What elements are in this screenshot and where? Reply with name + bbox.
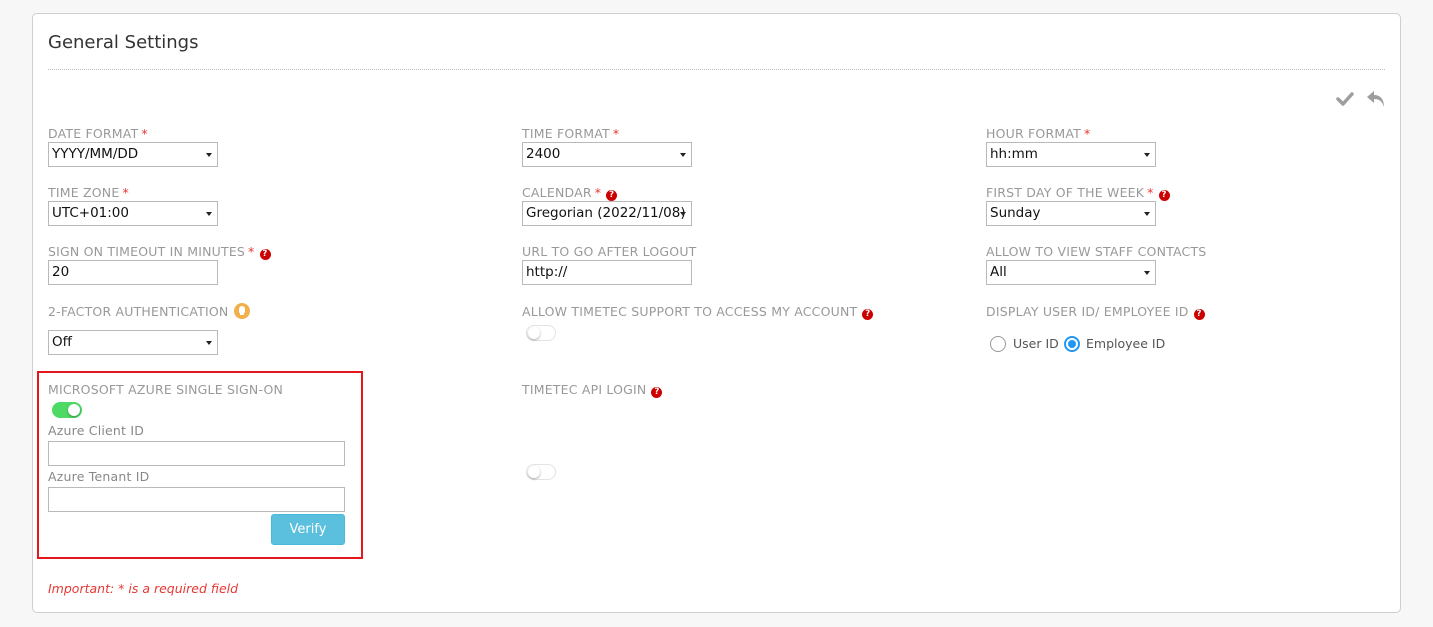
hour-format-select[interactable]: hh:mm (986, 142, 1156, 167)
azure-client-id-label: Azure Client ID (48, 423, 145, 438)
first-day-label: FIRST DAY OF THE WEEK *? (986, 185, 1170, 201)
toggle-knob (528, 466, 540, 478)
required-field-note: Important: * is a required field (48, 581, 239, 596)
radio-dot (1068, 340, 1076, 348)
logout-url-label: URL TO GO AFTER LOGOUT (522, 244, 697, 259)
two-factor-label: 2-FACTOR AUTHENTICATION (48, 303, 251, 319)
staff-contacts-label: ALLOW TO VIEW STAFF CONTACTS (986, 244, 1207, 259)
sign-on-timeout-label: SIGN ON TIMEOUT IN MINUTES *? (48, 244, 271, 260)
azure-sso-toggle[interactable] (52, 402, 82, 418)
calendar-select[interactable]: Gregorian (2022/11/08) (522, 201, 692, 226)
toggle-knob (68, 404, 80, 416)
chevron-down-icon (680, 153, 686, 157)
time-format-select[interactable]: 2400 (522, 142, 692, 167)
support-access-toggle[interactable] (526, 325, 556, 341)
chevron-down-icon (1144, 153, 1150, 157)
undo-arrow-icon[interactable] (1366, 89, 1386, 113)
help-icon[interactable]: ? (606, 190, 618, 201)
chevron-down-icon (1144, 271, 1150, 275)
sign-on-timeout-input[interactable]: 20 (48, 260, 218, 285)
help-icon[interactable]: ? (1158, 190, 1170, 201)
azure-tenant-id-input[interactable] (48, 487, 345, 512)
calendar-label: CALENDAR *? (522, 185, 618, 201)
page-title: General Settings (48, 32, 199, 53)
help-icon[interactable]: ? (259, 249, 271, 260)
help-icon[interactable]: ? (862, 309, 874, 320)
azure-tenant-id-label: Azure Tenant ID (48, 469, 150, 484)
date-format-label: DATE FORMAT * (48, 126, 148, 141)
chevron-down-icon (1144, 212, 1150, 216)
support-access-label: ALLOW TIMETEC SUPPORT TO ACCESS MY ACCOU… (522, 304, 874, 320)
verify-button[interactable]: Verify (271, 514, 345, 545)
user-id-radio-label[interactable]: User ID (1013, 336, 1059, 351)
time-format-label: TIME FORMAT * (522, 126, 620, 141)
display-id-label: DISPLAY USER ID/ EMPLOYEE ID? (986, 304, 1205, 320)
chevron-down-icon (206, 212, 212, 216)
help-icon[interactable]: ? (651, 387, 663, 398)
api-login-toggle[interactable] (526, 464, 556, 480)
logout-url-input[interactable]: http:// (522, 260, 692, 285)
employee-id-radio-label[interactable]: Employee ID (1086, 336, 1165, 351)
two-factor-select[interactable]: Off (48, 330, 218, 355)
hour-format-label: HOUR FORMAT * (986, 126, 1091, 141)
chevron-down-icon (680, 212, 686, 216)
chevron-down-icon (206, 153, 212, 157)
api-login-label: TIMETEC API LOGIN? (522, 382, 663, 398)
checkmark-icon[interactable] (1336, 91, 1354, 111)
employee-id-radio[interactable] (1064, 336, 1080, 352)
help-icon[interactable]: ? (1193, 309, 1205, 320)
toggle-knob (528, 327, 540, 339)
user-id-radio[interactable] (990, 336, 1006, 352)
time-zone-label: TIME ZONE * (48, 185, 129, 200)
title-divider (48, 69, 1385, 70)
azure-client-id-input[interactable] (48, 441, 345, 466)
azure-sso-label: MICROSOFT AZURE SINGLE SIGN-ON (48, 382, 284, 397)
first-day-select[interactable]: Sunday (986, 201, 1156, 226)
time-zone-select[interactable]: UTC+01:00 (48, 201, 218, 226)
date-format-select[interactable]: YYYY/MM/DD (48, 142, 218, 167)
staff-contacts-select[interactable]: All (986, 260, 1156, 285)
chevron-down-icon (206, 341, 212, 345)
lightbulb-icon[interactable] (234, 303, 251, 319)
